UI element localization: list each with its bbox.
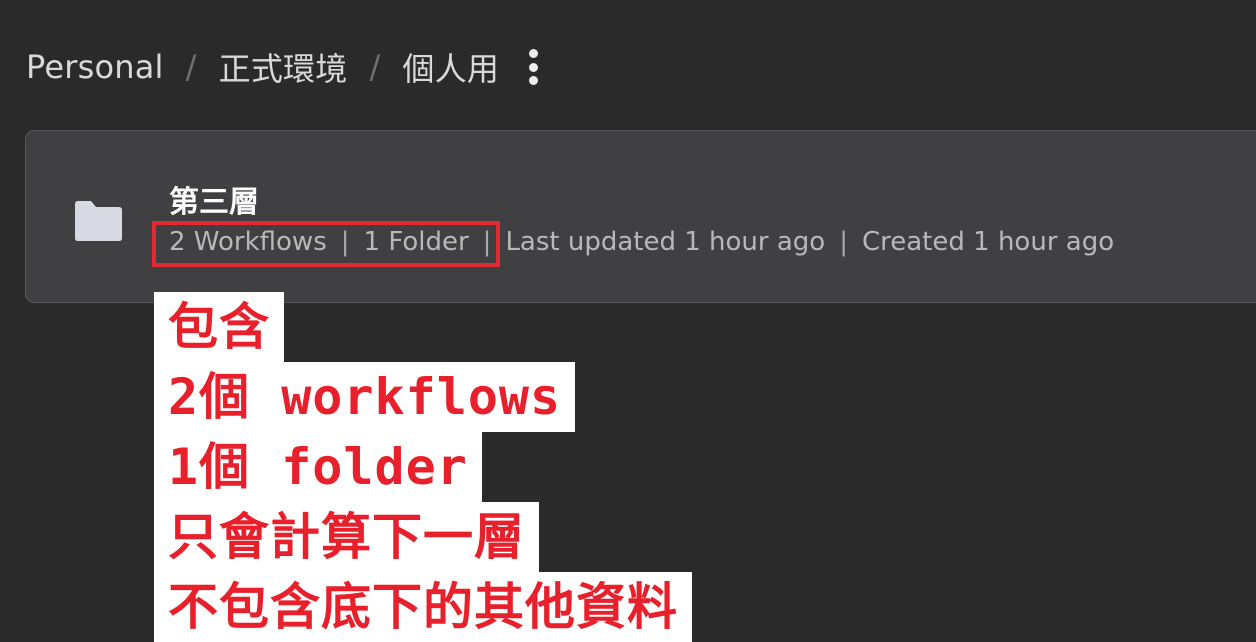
annotation-line: 只會計算下一層	[154, 502, 539, 572]
annotation-line: 不包含底下的其他資料	[154, 572, 692, 642]
folder-icon	[75, 201, 122, 241]
folder-title: 第三層	[169, 185, 259, 220]
breadcrumb-item-personal[interactable]: Personal	[26, 48, 164, 86]
folder-card[interactable]: 第三層 2 Workflows | 1 Folder | Last update…	[25, 130, 1256, 303]
annotation-line: 包含	[154, 292, 284, 362]
breadcrumb-separator: /	[185, 48, 197, 86]
created-time: Created 1 hour ago	[861, 227, 1115, 257]
meta-separator: |	[839, 227, 848, 257]
breadcrumb-item-production[interactable]: 正式環境	[219, 44, 348, 90]
breadcrumb: Personal / 正式環境 / 個人用	[26, 44, 539, 90]
breadcrumb-separator: /	[369, 48, 381, 86]
last-updated: Last updated 1 hour ago	[505, 227, 826, 257]
more-vertical-icon[interactable]	[527, 49, 539, 85]
highlight-box	[152, 221, 500, 267]
annotation-line: 2個 workflows	[154, 362, 576, 432]
annotation-line: 1個 folder	[154, 432, 482, 502]
breadcrumb-item-personal-use[interactable]: 個人用	[402, 44, 499, 90]
